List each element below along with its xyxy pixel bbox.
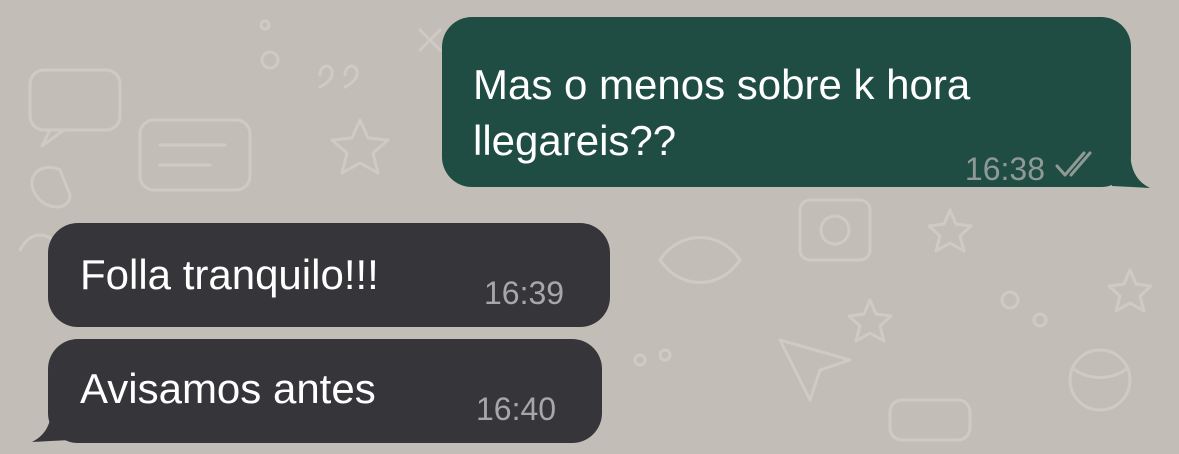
message-timestamp: 16:40 [476,391,557,427]
message-text: Folla tranquilo!!! [80,251,379,298]
message-timestamp: 16:38 [964,151,1045,187]
incoming-message-bubble[interactable]: Folla tranquilo!!! 16:39 [48,223,610,327]
message-text: Avisamos antes [80,365,376,412]
message-timestamp: 16:39 [484,275,565,311]
outgoing-message-bubble[interactable]: Mas o menos sobre k hora llegareis?? 16:… [442,17,1131,187]
incoming-message-bubble[interactable]: Avisamos antes 16:40 [48,339,602,443]
outgoing-bubble-tail [1112,148,1150,188]
message-text: Mas o menos sobre k hora llegareis?? [473,61,971,164]
double-check-icon [1055,151,1092,177]
incoming-bubble-tail [32,402,70,442]
